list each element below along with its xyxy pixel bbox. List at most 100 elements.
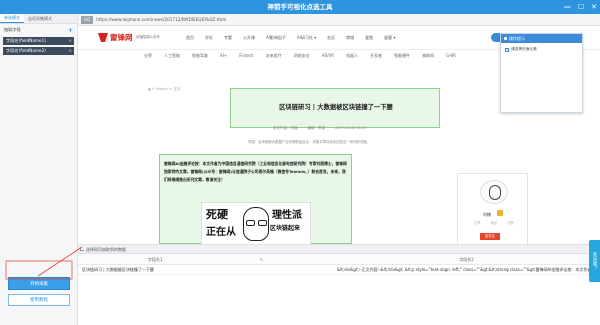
grid-title: 选择网页抽取到的数据 — [78, 245, 600, 254]
fields-section: 抽取字段 + — [0, 25, 77, 35]
nav-item[interactable]: 极客 ▾ — [384, 35, 395, 41]
column-header[interactable]: 字段名2 — [333, 254, 600, 264]
start-collect-button[interactable]: 开始采集 — [8, 277, 70, 290]
nav-item[interactable]: AI影响因子 — [266, 35, 286, 41]
app-title: 神箭手可视化点选工具 — [267, 3, 333, 11]
breadcrumb: ▲ > Fintech > 正文 — [148, 87, 181, 91]
author-card: 刘楠 文章 粉丝 点赞 加关注 — [457, 173, 528, 244]
field-label: 字段名(fieldName2) — [6, 48, 46, 53]
logo-text: 雷锋网 — [110, 33, 133, 42]
column-label: 字段名2 — [459, 257, 474, 262]
selected-headline[interactable]: 区块链研习 | 大数据被区块链撞了一下腰 — [230, 88, 440, 128]
avatar-face-icon — [489, 185, 501, 200]
category-item[interactable]: 人工智能 — [164, 53, 180, 59]
nav-item[interactable]: AI研习社 ▾ — [297, 35, 316, 41]
grid-header: 字段名1 ✎ 字段名2 — [78, 254, 600, 265]
category-item[interactable]: 机器人 — [346, 53, 358, 59]
edit-icon[interactable]: ✎ — [260, 257, 263, 262]
article-image: 死硬 正在从 理性派 区块链起来 — [201, 202, 311, 244]
collapse-icon[interactable] — [80, 248, 84, 251]
follow-button[interactable]: 加关注 — [480, 233, 500, 240]
tab-continuous-label: 连续采集模式 — [28, 15, 52, 21]
url-bar: GO https://www.leiphone.com/news/201712/… — [78, 14, 600, 26]
nav-item[interactable]: 爱推 — [365, 35, 373, 41]
stat-label: 点赞 — [507, 221, 514, 225]
nav-item[interactable]: 首页 — [186, 35, 194, 41]
top-nav: 首页 学社 专题 公开课 AI影响因子 AI研习社 ▾ 社区 商城 爱推 极客 … — [186, 35, 395, 41]
field-item[interactable]: 字段名(fieldName2) × — [3, 47, 74, 55]
category-item[interactable]: Fintech — [239, 53, 253, 59]
popup-header: 操作提示 — [501, 34, 582, 43]
remove-field-icon[interactable]: × — [68, 47, 72, 55]
article-title: 区块链研习 | 大数据被区块链撞了一下腰 — [279, 104, 393, 111]
badge-icon — [497, 210, 503, 216]
popup-title: 操作提示 — [509, 36, 525, 41]
category-item[interactable]: 未来医疗 — [266, 53, 282, 59]
publish-date: 2017-12-08 15:27 — [335, 126, 367, 130]
article-text: 雷锋网AI金融评论按：本文作者为中国信息通信研究院（工业和信息化部电信研究院）专… — [164, 161, 347, 183]
url-input[interactable]: https://www.leiphone.com/news/201712/Wlf… — [96, 17, 226, 22]
help-button[interactable]: 有问题？ — [589, 240, 600, 282]
data-grid: 选择网页抽取到的数据 字段名1 ✎ 字段名2 区块链研习 | 大数据被区块链撞了… — [78, 244, 600, 325]
nav-item[interactable]: 公开课 — [243, 35, 255, 41]
table-cell: &lt;div&gt;--正文内容--&lt;/div&gt; &lt;p st… — [337, 267, 600, 272]
poster-text: 正在从 — [206, 227, 236, 238]
site-slogan: 读懂智能&未来 — [136, 35, 160, 39]
logo-icon — [98, 33, 108, 42]
portrait-icon — [243, 207, 269, 241]
category-item[interactable]: AI+ — [220, 53, 227, 59]
category-item[interactable]: GAIR — [446, 53, 456, 59]
selected-article-body[interactable]: 雷锋网AI金融评论按：本文作者为中国信息通信研究院（工业和信息化部电信研究院）专… — [159, 154, 352, 244]
category-item[interactable]: 网络安全 — [294, 53, 310, 59]
field-item[interactable]: 字段名(fieldName1) × — [3, 37, 74, 45]
table-row[interactable]: 区块链研习 | 大数据被区块链撞了一下腰 &lt;div&gt;--正文内容--… — [78, 265, 600, 275]
category-item[interactable]: AR/VR — [322, 53, 334, 59]
popup-option[interactable]: 请选择页面元素 — [501, 43, 582, 52]
close-icon[interactable]: ✕ — [591, 0, 597, 14]
nav-item[interactable]: 学社 — [205, 35, 213, 41]
avatar[interactable] — [480, 180, 508, 204]
nav-item[interactable]: 社区 — [327, 35, 335, 41]
mode-tabs: 单选模式 连续采集模式 — [0, 14, 77, 24]
field-label: 字段名(fieldName1) — [6, 38, 46, 43]
tab-single-mode[interactable]: 单选模式 — [0, 14, 24, 23]
column-label: 字段名1 — [147, 257, 163, 262]
nav-item[interactable]: 专题 — [224, 35, 232, 41]
stat-label: 粉丝 — [490, 221, 498, 225]
restore-icon[interactable]: ☐ — [578, 0, 584, 14]
minimize-icon[interactable]: — — [564, 0, 571, 14]
poster-text: 理性派 — [272, 210, 302, 221]
author-stats: 文章 粉丝 点赞 — [474, 220, 514, 225]
editor-line: 编辑：思南 — [307, 126, 326, 130]
hint-popup: 操作提示 请选择页面元素 — [500, 33, 583, 113]
category-item[interactable]: 智能硬件 — [394, 53, 410, 59]
go-button[interactable]: GO — [81, 15, 94, 24]
nav-item[interactable]: 商城 — [346, 35, 354, 41]
popup-option-label: 请选择页面元素 — [511, 47, 537, 51]
category-item[interactable]: 物联网 — [422, 53, 434, 59]
app-titlebar: 神箭手可视化点选工具 — ☐ ✕ — [0, 0, 600, 14]
author-line: 本文作者：刘楠 — [273, 126, 298, 130]
category-item[interactable]: 开发者 — [370, 53, 382, 59]
author-name[interactable]: 刘楠 — [483, 212, 491, 218]
remove-field-icon[interactable]: × — [68, 37, 72, 45]
article-summary: 导语：区块链和大数据产业有哪些结合点，本篇文章将给你回答这一系列的问题。 — [248, 140, 371, 144]
checkbox-icon[interactable] — [505, 47, 509, 52]
poster-text: 区块链起来 — [270, 225, 301, 232]
table-cell: 区块链研习 | 大数据被区块链撞了一下腰 — [82, 267, 154, 272]
tab-single-label: 单选模式 — [4, 15, 20, 20]
fields-label: 抽取字段 — [4, 27, 21, 32]
poster-text: 死硬 — [206, 208, 228, 221]
site-logo[interactable]: 雷锋网 — [98, 32, 133, 43]
column-header[interactable]: 字段名1 ✎ — [78, 254, 333, 264]
info-icon — [504, 37, 507, 40]
category-item[interactable]: 智能驾驶 — [192, 53, 208, 59]
grid-title-text: 选择网页抽取到的数据 — [86, 247, 126, 252]
category-item[interactable]: 业界 — [144, 53, 152, 59]
add-field-icon[interactable]: + — [68, 27, 73, 34]
window-controls: — ☐ ✕ — [564, 0, 597, 14]
category-nav: 业界 人工智能 智能驾驶 AI+ Fintech 未来医疗 网络安全 AR/VR… — [144, 53, 456, 59]
tutorial-button[interactable]: 使用教程 — [8, 294, 70, 306]
stat-label: 文章 — [474, 221, 481, 225]
tab-continuous-mode[interactable]: 连续采集模式 — [24, 14, 56, 23]
